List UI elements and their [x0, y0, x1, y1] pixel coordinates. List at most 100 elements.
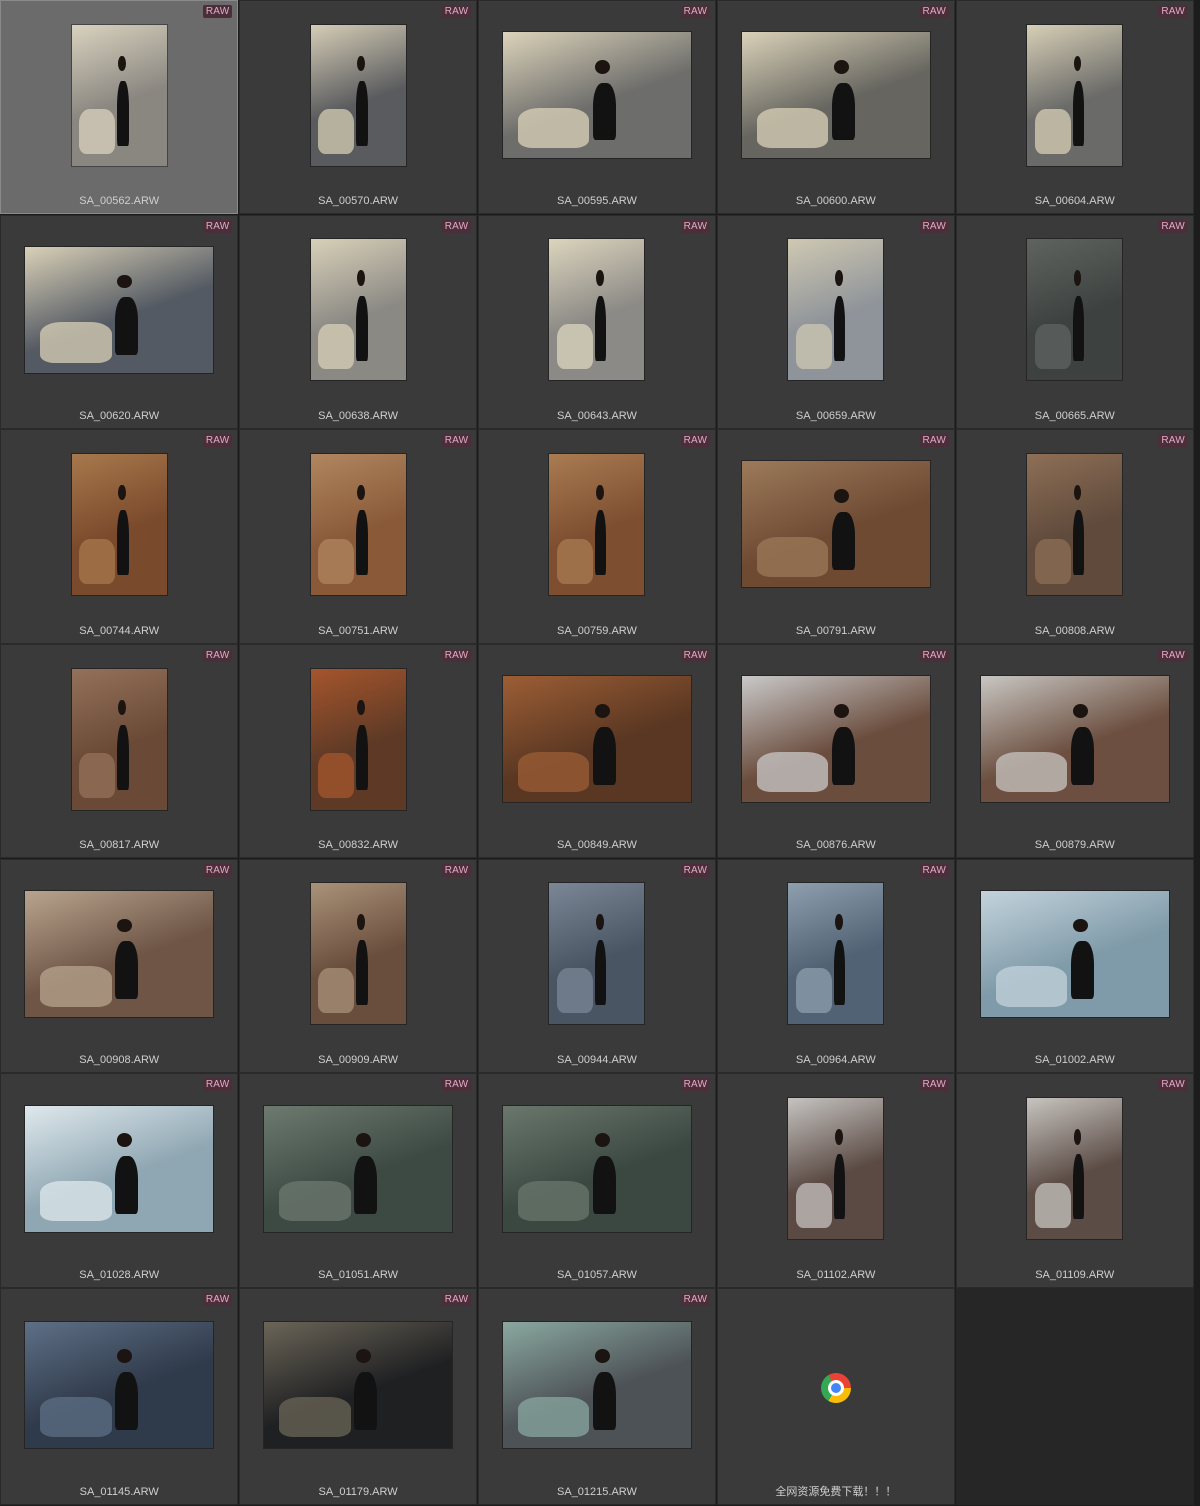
- thumbnail-cell[interactable]: RAW SA_00909.ARW: [238, 858, 478, 1073]
- photo-thumbnail[interactable]: [310, 453, 406, 595]
- filename-label: SA_00876.ARW: [795, 839, 876, 852]
- thumbnail-cell[interactable]: RAW SA_00908.ARW: [0, 858, 239, 1073]
- thumbnail-cell[interactable]: RAW SA_00643.ARW: [477, 214, 717, 429]
- thumbnail-cell[interactable]: RAW SA_00964.ARW: [716, 858, 956, 1073]
- thumbnail-cell[interactable]: RAW SA_01215.ARW: [477, 1288, 717, 1505]
- photo-thumbnail[interactable]: [25, 1105, 214, 1232]
- photo-thumbnail[interactable]: [741, 32, 930, 159]
- photo-prop: [795, 967, 833, 1014]
- thumbnail-cell[interactable]: RAW SA_00944.ARW: [477, 858, 717, 1073]
- thumbnail-cell[interactable]: RAW SA_00791.ARW: [716, 429, 956, 644]
- photo-thumbnail[interactable]: [741, 461, 930, 588]
- photo-thumbnail[interactable]: [502, 1105, 691, 1232]
- photo-thumbnail[interactable]: [71, 453, 167, 595]
- thumbnail-cell[interactable]: 全网资源免费下载！！！: [716, 1288, 956, 1505]
- thumbnail-frame: [479, 430, 715, 618]
- photo-prop: [318, 753, 355, 799]
- thumbnail-cell[interactable]: RAW SA_01145.ARW: [0, 1288, 239, 1505]
- photo-prop: [1034, 323, 1071, 370]
- photo-thumbnail[interactable]: [502, 1321, 691, 1448]
- filename-label: SA_00944.ARW: [557, 1053, 637, 1066]
- thumbnail-cell[interactable]: RAW SA_00620.ARW: [0, 214, 239, 429]
- thumbnail-frame: [718, 430, 954, 618]
- photo-subject: [833, 939, 846, 1005]
- thumbnail-cell[interactable]: RAW SA_00562.ARW: [0, 0, 239, 215]
- thumbnail-cell[interactable]: RAW SA_00751.ARW: [238, 429, 478, 644]
- photo-thumbnail[interactable]: [71, 24, 167, 166]
- thumbnail-frame: [240, 1289, 476, 1480]
- photo-prop: [40, 322, 112, 363]
- photo-thumbnail[interactable]: [25, 1321, 214, 1448]
- photo-thumbnail[interactable]: [549, 883, 645, 1025]
- thumbnail-frame: [718, 216, 954, 404]
- photo-thumbnail[interactable]: [25, 890, 214, 1017]
- thumbnail-cell[interactable]: RAW SA_00876.ARW: [716, 644, 956, 859]
- photo-thumbnail[interactable]: [1027, 453, 1123, 595]
- photo-thumbnail[interactable]: [980, 676, 1169, 803]
- thumbnail-frame: [957, 645, 1193, 833]
- filename-label: SA_00751.ARW: [318, 624, 399, 637]
- filename-label: SA_00832.ARW: [318, 839, 399, 852]
- photo-thumbnail[interactable]: [741, 676, 930, 803]
- thumbnail-cell[interactable]: RAW SA_01102.ARW: [716, 1073, 956, 1288]
- filename-label: SA_00909.ARW: [318, 1053, 399, 1066]
- thumbnail-cell[interactable]: RAW SA_00817.ARW: [0, 644, 239, 859]
- thumbnail-cell[interactable]: RAW SA_00570.ARW: [238, 0, 478, 215]
- photo-thumbnail[interactable]: [549, 239, 645, 381]
- photo-thumbnail[interactable]: [1027, 239, 1123, 381]
- thumbnail-cell[interactable]: SA_01002.ARW: [955, 858, 1194, 1073]
- photo-prop: [318, 109, 355, 155]
- thumbnail-cell[interactable]: RAW SA_00659.ARW: [716, 214, 956, 429]
- thumbnail-cell[interactable]: RAW SA_00744.ARW: [0, 429, 239, 644]
- thumbnail-frame: [1, 430, 237, 618]
- chrome-icon[interactable]: [820, 1372, 851, 1403]
- thumbnail-cell[interactable]: RAW SA_00665.ARW: [955, 214, 1194, 429]
- thumbnail-frame: [479, 1074, 715, 1262]
- photo-thumbnail[interactable]: [310, 668, 406, 810]
- thumbnail-frame: [479, 1, 715, 189]
- thumbnail-cell[interactable]: RAW SA_00638.ARW: [238, 214, 478, 429]
- photo-thumbnail[interactable]: [980, 890, 1169, 1017]
- photo-prop: [1034, 109, 1071, 155]
- thumbnail-frame: [479, 1289, 715, 1480]
- thumbnail-cell[interactable]: RAW SA_00604.ARW: [955, 0, 1194, 215]
- photo-thumbnail[interactable]: [502, 32, 691, 159]
- photo-thumbnail[interactable]: [788, 239, 884, 381]
- thumbnail-cell[interactable]: RAW SA_00600.ARW: [716, 0, 956, 215]
- photo-prop: [279, 1397, 351, 1438]
- thumbnail-cell[interactable]: RAW SA_01028.ARW: [0, 1073, 239, 1288]
- thumbnail-grid: RAW SA_00562.ARW RAW SA_00570.ARW RAW SA_0059…: [0, 0, 1200, 1506]
- photo-thumbnail[interactable]: [310, 883, 406, 1025]
- thumbnail-cell[interactable]: RAW SA_01057.ARW: [477, 1073, 717, 1288]
- photo-prop: [318, 323, 355, 370]
- photo-thumbnail[interactable]: [25, 246, 214, 373]
- photo-subject-head: [357, 914, 365, 930]
- photo-thumbnail[interactable]: [310, 239, 406, 381]
- thumbnail-cell[interactable]: RAW SA_00759.ARW: [477, 429, 717, 644]
- photo-thumbnail[interactable]: [549, 453, 645, 595]
- thumbnail-cell[interactable]: RAW SA_00849.ARW: [477, 644, 717, 859]
- photo-thumbnail[interactable]: [788, 883, 884, 1025]
- photo-subject: [356, 81, 368, 146]
- thumbnail-cell[interactable]: RAW SA_01051.ARW: [238, 1073, 478, 1288]
- thumbnail-cell[interactable]: RAW SA_00832.ARW: [238, 644, 478, 859]
- photo-subject: [593, 1371, 616, 1430]
- photo-thumbnail[interactable]: [1027, 1098, 1123, 1240]
- thumbnail-cell[interactable]: RAW SA_00595.ARW: [477, 0, 717, 215]
- photo-prop: [40, 1397, 112, 1438]
- photo-subject-head: [357, 270, 365, 286]
- photo-thumbnail[interactable]: [1027, 24, 1123, 166]
- photo-thumbnail[interactable]: [310, 24, 406, 166]
- photo-thumbnail[interactable]: [71, 668, 167, 810]
- thumbnail-cell[interactable]: RAW SA_00808.ARW: [955, 429, 1194, 644]
- photo-thumbnail[interactable]: [264, 1321, 453, 1448]
- photo-thumbnail[interactable]: [502, 676, 691, 803]
- thumbnail-cell[interactable]: RAW SA_01179.ARW: [238, 1288, 478, 1505]
- photo-prop: [40, 1181, 112, 1222]
- photo-thumbnail[interactable]: [264, 1105, 453, 1232]
- filename-label: SA_01109.ARW: [1035, 1268, 1115, 1281]
- photo-thumbnail[interactable]: [788, 1098, 884, 1240]
- thumbnail-frame: [957, 216, 1193, 404]
- thumbnail-cell[interactable]: RAW SA_01109.ARW: [955, 1073, 1194, 1288]
- thumbnail-cell[interactable]: RAW SA_00879.ARW: [955, 644, 1194, 859]
